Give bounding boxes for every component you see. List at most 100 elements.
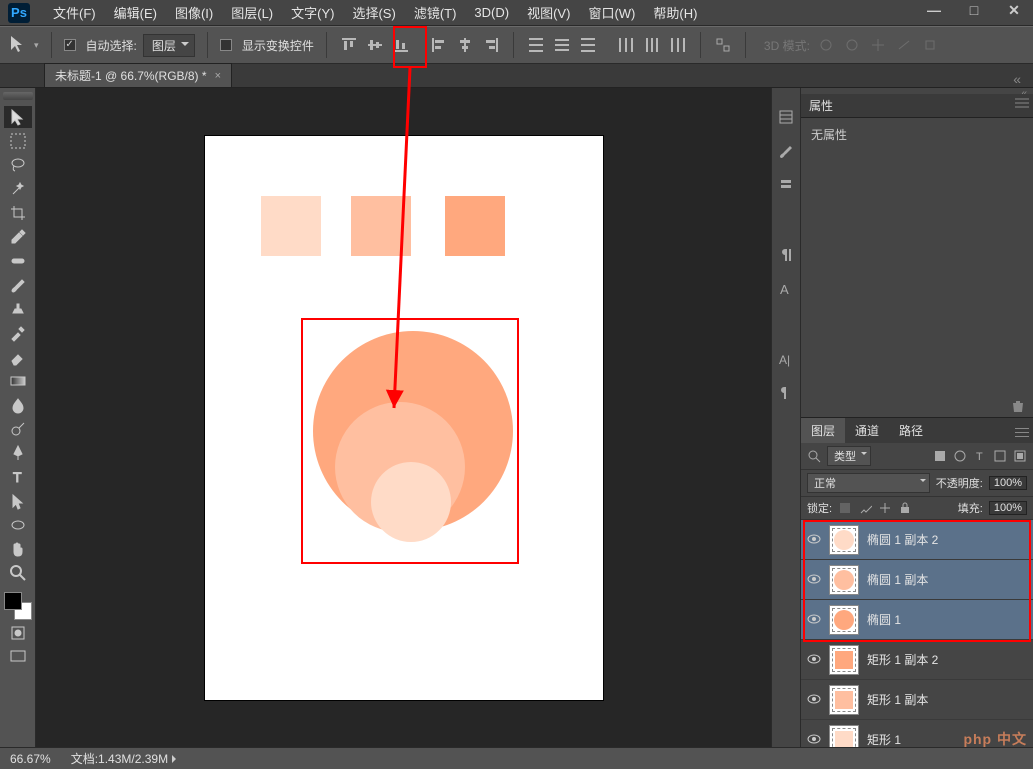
align-vertical-centers-icon[interactable] <box>365 35 385 55</box>
gradient-tool[interactable] <box>4 370 32 392</box>
character-styles-icon[interactable]: A| <box>777 350 795 368</box>
pen-tool[interactable] <box>4 442 32 464</box>
tab-layers[interactable]: 图层 <box>801 418 845 443</box>
opacity-value[interactable]: 100% <box>989 476 1027 490</box>
layer-item[interactable]: 椭圆 1 副本 <box>801 560 1033 600</box>
menu-window[interactable]: 窗口(W) <box>579 3 644 22</box>
maximize-button[interactable]: □ <box>961 2 987 19</box>
eyedropper-tool[interactable] <box>4 226 32 248</box>
3d-slide-icon[interactable] <box>894 35 914 55</box>
visibility-toggle-icon[interactable] <box>807 573 821 587</box>
filter-type-icon[interactable]: T <box>973 449 987 463</box>
character-panel-icon[interactable]: A <box>777 280 795 298</box>
panel-menu-icon[interactable] <box>1015 422 1029 443</box>
zoom-level[interactable]: 66.67% <box>10 752 51 766</box>
menu-edit[interactable]: 编辑(E) <box>105 3 166 22</box>
doc-info[interactable]: 文档:1.43M/2.39M <box>71 752 168 766</box>
menu-3d[interactable]: 3D(D) <box>465 5 518 20</box>
filter-shape-icon[interactable] <box>993 449 1007 463</box>
layer-item[interactable]: 矩形 1 副本 2 <box>801 640 1033 680</box>
distribute-vcenter-icon[interactable] <box>552 35 572 55</box>
menu-image[interactable]: 图像(I) <box>166 3 222 22</box>
blur-tool[interactable] <box>4 394 32 416</box>
close-tab-icon[interactable]: × <box>215 70 221 82</box>
menu-layer[interactable]: 图层(L) <box>222 3 282 22</box>
lasso-tool[interactable] <box>4 154 32 176</box>
align-left-edges-icon[interactable] <box>429 35 449 55</box>
filter-adjust-icon[interactable] <box>953 449 967 463</box>
panel-collapse-icon[interactable]: « <box>1013 71 1027 87</box>
chevron-right-icon[interactable] <box>172 752 180 766</box>
visibility-toggle-icon[interactable] <box>807 653 821 667</box>
shape-tool[interactable] <box>4 514 32 536</box>
crop-tool[interactable] <box>4 202 32 224</box>
visibility-toggle-icon[interactable] <box>807 733 821 747</box>
eraser-tool[interactable] <box>4 346 32 368</box>
brush-tool[interactable] <box>4 274 32 296</box>
align-right-edges-icon[interactable] <box>481 35 501 55</box>
tab-paths[interactable]: 路径 <box>889 418 933 443</box>
dodge-tool[interactable] <box>4 418 32 440</box>
zoom-tool[interactable] <box>4 562 32 584</box>
document-tab[interactable]: 未标题-1 @ 66.7%(RGB/8) * × <box>44 63 232 87</box>
path-selection-tool[interactable] <box>4 490 32 512</box>
properties-panel-tab[interactable]: 属性 <box>801 94 1033 118</box>
menu-view[interactable]: 视图(V) <box>518 3 579 22</box>
3d-pan-icon[interactable] <box>868 35 888 55</box>
auto-select-checkbox[interactable] <box>64 39 76 51</box>
layer-item[interactable]: 椭圆 1 <box>801 600 1033 640</box>
visibility-toggle-icon[interactable] <box>807 533 821 547</box>
auto-align-icon[interactable] <box>713 35 733 55</box>
filter-pixel-icon[interactable] <box>933 449 947 463</box>
visibility-toggle-icon[interactable] <box>807 613 821 627</box>
canvas-area[interactable] <box>36 88 771 747</box>
brush-presets-icon[interactable] <box>777 176 795 194</box>
align-horizontal-centers-icon[interactable] <box>455 35 475 55</box>
layer-item[interactable]: 椭圆 1 副本 2 <box>801 520 1033 560</box>
lock-transparent-icon[interactable] <box>838 501 852 515</box>
paragraph-panel-icon[interactable] <box>777 246 795 264</box>
distribute-bottom-icon[interactable] <box>578 35 598 55</box>
layer-filter-kind-dropdown[interactable]: 类型 <box>827 446 871 466</box>
distribute-hcenter-icon[interactable] <box>642 35 662 55</box>
menu-help[interactable]: 帮助(H) <box>644 3 706 22</box>
document-canvas[interactable] <box>205 136 603 700</box>
align-top-edges-icon[interactable] <box>339 35 359 55</box>
menu-file[interactable]: 文件(F) <box>44 3 105 22</box>
menu-type[interactable]: 文字(Y) <box>282 3 343 22</box>
blend-mode-dropdown[interactable]: 正常 <box>807 473 930 493</box>
history-panel-icon[interactable] <box>777 108 795 126</box>
close-button[interactable]: ✕ <box>1001 2 1027 19</box>
move-tool[interactable] <box>4 106 32 128</box>
magic-wand-tool[interactable] <box>4 178 32 200</box>
lock-all-icon[interactable] <box>898 501 912 515</box>
type-tool[interactable]: T <box>4 466 32 488</box>
tab-channels[interactable]: 通道 <box>845 418 889 443</box>
clone-stamp-tool[interactable] <box>4 298 32 320</box>
panel-grip-icon[interactable] <box>3 92 33 100</box>
trash-icon[interactable] <box>1011 399 1025 413</box>
auto-select-scope-dropdown[interactable]: 图层 <box>143 34 195 57</box>
lock-position-icon[interactable] <box>878 501 892 515</box>
marquee-tool[interactable] <box>4 130 32 152</box>
hand-tool[interactable] <box>4 538 32 560</box>
show-transform-checkbox[interactable] <box>220 39 232 51</box>
screen-mode-icon[interactable] <box>4 646 32 668</box>
brush-panel-icon[interactable] <box>777 142 795 160</box>
3d-roll-icon[interactable] <box>842 35 862 55</box>
distribute-left-icon[interactable] <box>616 35 636 55</box>
color-swatches[interactable] <box>4 592 32 620</box>
quick-mask-icon[interactable] <box>4 622 32 644</box>
lock-image-icon[interactable] <box>858 501 872 515</box>
history-brush-tool[interactable] <box>4 322 32 344</box>
search-icon[interactable] <box>807 449 821 463</box>
distribute-top-icon[interactable] <box>526 35 546 55</box>
menu-filter[interactable]: 滤镜(T) <box>405 3 466 22</box>
menu-select[interactable]: 选择(S) <box>343 3 404 22</box>
panel-menu-icon[interactable] <box>1015 98 1029 108</box>
healing-brush-tool[interactable] <box>4 250 32 272</box>
fill-value[interactable]: 100% <box>989 501 1027 515</box>
minimize-button[interactable]: — <box>921 2 947 19</box>
layer-item[interactable]: 矩形 1 副本 <box>801 680 1033 720</box>
distribute-right-icon[interactable] <box>668 35 688 55</box>
